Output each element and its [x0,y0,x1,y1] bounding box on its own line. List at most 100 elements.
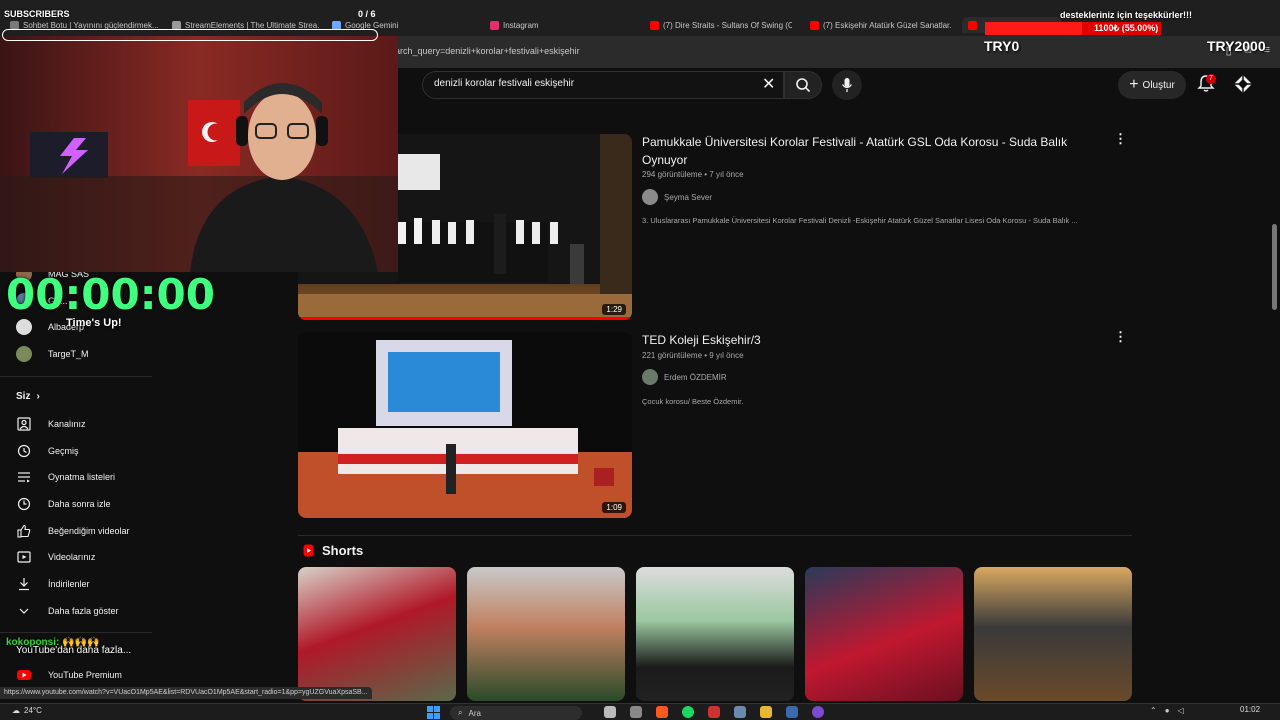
browser-tab[interactable]: (7) Dire Straits - Sultans Of Swing (C..… [650,17,792,33]
sidebar-item-playlists[interactable]: Oynatma listeleri [16,466,115,488]
channel-name: Erdem ÖZDEMİR [664,372,727,382]
short-thumbnail[interactable] [974,567,1132,701]
link-status-url: https://www.youtube.com/watch?v=VUacO1Mp… [0,687,372,699]
chat-message: kokoponsi: 🙌🙌🙌 [6,637,99,648]
sidebar-item-downloads[interactable]: İndirilenler [16,573,90,595]
sidebar-item-label: Daha sonra izle [48,499,111,509]
sidebar-item-label: Daha fazla göster [48,606,119,616]
you-section-heading[interactable]: Siz › [16,391,40,402]
webcam-feed [0,36,398,272]
subscription-avatar [16,319,32,335]
brave-icon[interactable] [656,706,668,718]
history-icon [16,443,32,459]
tab-favicon-icon [810,20,819,30]
sidebar-item-watch-later[interactable]: Daha sonra izle [16,493,111,515]
spotify-icon[interactable] [682,706,694,718]
search-query: denizli korolar festivali eskişehir [434,78,575,89]
browser-tab[interactable]: (7) Eskişehir Atatürk Güzel Sanatlar... [810,17,952,33]
browser-tab[interactable]: Instagram [490,17,630,33]
steam-icon[interactable] [734,706,746,718]
shorts-heading: Shorts [303,543,363,558]
your-videos-icon [16,549,32,565]
sidebar-item-label: Geçmiş [48,446,79,456]
timer-status: Time's Up! [66,317,122,329]
sidebar-item-premium[interactable]: YouTube Premium [16,664,122,686]
file-explorer-icon[interactable] [760,706,772,718]
sidebar-item-liked-videos[interactable]: Beğendiğim videolar [16,520,130,542]
app-icon[interactable] [708,706,720,718]
clear-search-icon[interactable]: ✕ [762,74,775,94]
more-actions-icon[interactable]: ⋮ [1114,131,1127,147]
create-label: Oluştur [1142,79,1175,91]
sidebar-item-your-videos[interactable]: Videolarınız [16,546,95,568]
watch-progress-bar [298,317,632,320]
sidebar-item-show-more[interactable]: Daha fazla göster [16,600,119,622]
channel-link[interactable]: Şeyma Sever [642,189,712,205]
task-view-icon[interactable] [604,706,616,718]
windows-start-icon[interactable] [427,706,440,719]
channel-avatar [642,369,658,385]
subscription-item[interactable]: TargeT_M [16,343,89,365]
playlist-icon [16,469,32,485]
shorts-icon [303,544,314,557]
channel-icon [16,416,32,432]
address-url[interactable]: earch_query=denizli+korolar+festivali+es… [390,46,580,56]
chevron-right-icon: › [36,391,40,402]
tab-label: (7) Eskişehir Atatürk Güzel Sanatlar... [823,20,952,30]
plus-icon: + [1129,76,1139,93]
settings-icon[interactable] [630,706,642,718]
tab-favicon-icon [650,20,659,30]
video-title[interactable]: TED Koleji Eskişehir/3 [642,331,1082,349]
sidebar-item-label: Kanalınız [48,419,86,429]
thumbs-up-icon [16,523,32,539]
shorts-title: Shorts [322,543,364,558]
temperature-label: 24°C [24,706,42,715]
youtube-premium-icon [16,667,32,683]
short-thumbnail[interactable] [467,567,625,701]
donation-current-amount: TRY0 [984,38,1020,54]
taskbar-apps [604,706,824,718]
tab-label: (7) Dire Straits - Sultans Of Swing (C..… [663,20,792,30]
volume-icon[interactable]: ◁ [1178,706,1184,715]
tab-label: Instagram [503,20,539,30]
tab-favicon-icon [968,20,977,30]
sidebar-item-label: YouTube Premium [48,670,122,680]
microphone-icon[interactable]: ● [1165,706,1170,715]
voice-search-button[interactable] [832,70,862,100]
taskbar-clock[interactable]: 01:02 [1240,705,1260,714]
sidebar-item-label: Oynatma listeleri [48,472,116,482]
system-tray: ⌃ ● ◁ [1150,706,1184,715]
short-thumbnail[interactable] [298,567,456,701]
taskbar-search-input[interactable]: ⌕ Ara [450,706,582,720]
page-scrollbar-thumb[interactable] [1272,224,1277,310]
more-actions-icon[interactable]: ⋮ [1114,329,1127,345]
microphone-icon [841,78,853,92]
sidebar-item-channel[interactable]: Kanalınız [16,413,86,435]
chat-emotes: 🙌🙌🙌 [62,637,100,648]
channel-avatar [642,189,658,205]
video-title[interactable]: Pamukkale Üniversitesi Korolar Festivali… [642,133,1082,169]
chevron-up-icon[interactable]: ⌃ [1150,706,1157,715]
chat-username: kokoponsi: [6,637,60,648]
short-thumbnail[interactable] [636,567,794,701]
video-description: Çocuk korosu/ Beste Özdemir. [642,397,744,406]
donation-target-amount: TRY2000 [1207,38,1266,54]
countdown-timer: 00:00:00 [6,270,215,319]
download-icon [16,576,32,592]
sidebar-item-history[interactable]: Geçmiş [16,440,79,462]
video-thumbnail[interactable]: 1:09 [298,332,632,518]
notification-count-badge: 7 [1206,74,1216,84]
create-button[interactable]: + Oluştur [1118,71,1186,99]
video-duration: 1:29 [602,304,626,315]
short-thumbnail[interactable] [805,567,963,701]
tab-favicon-icon [490,20,499,30]
search-button[interactable] [784,71,822,99]
subscription-label: TargeT_M [48,349,89,359]
app-icon[interactable] [786,706,798,718]
channel-link[interactable]: Erdem ÖZDEMİR [642,369,727,385]
screen: Sohbet Botu | Yayınını güçlendirmek... S… [0,0,1280,720]
discord-icon[interactable] [812,706,824,718]
weather-widget[interactable]: ☁ 24°C [12,706,42,715]
video-views-age: 294 görüntüleme • 7 yıl önce [642,170,744,179]
account-avatar[interactable] [1233,74,1253,94]
